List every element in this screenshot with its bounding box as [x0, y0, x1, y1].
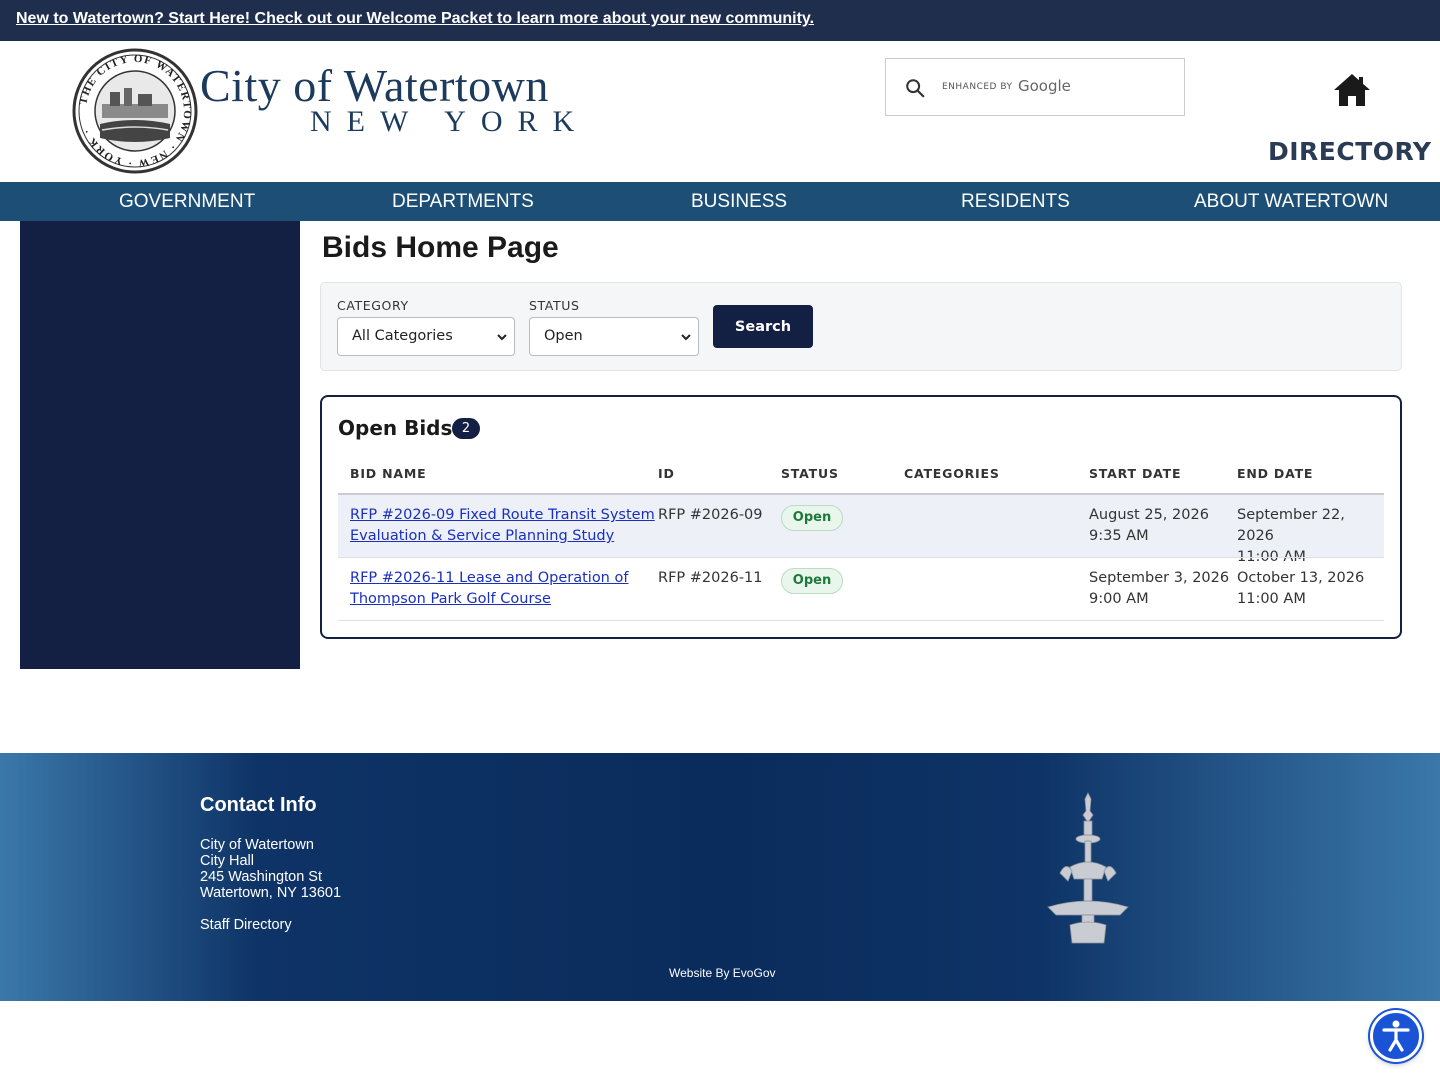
category-label: CATEGORY: [337, 298, 409, 313]
start-time: 9:35 AM: [1089, 528, 1149, 544]
site-subtitle: NEW YORK: [310, 105, 590, 138]
chevron-down-icon: [497, 334, 507, 341]
bid-name-link[interactable]: RFP #2026-11 Lease and Operation of Thom…: [350, 568, 628, 610]
city-seal-logo[interactable]: THE CITY OF WATERTOWN · NEW · YORK ·: [72, 48, 198, 174]
chevron-down-icon: [681, 334, 691, 341]
nav-item-residents[interactable]: RESIDENTS: [961, 191, 1070, 213]
column-header-id[interactable]: ID: [658, 466, 675, 481]
status-badge: Open: [781, 568, 843, 594]
column-header-start-date[interactable]: START DATE: [1089, 466, 1181, 481]
status-badge: Open: [781, 505, 843, 531]
start-date: August 25, 2026: [1089, 507, 1209, 523]
staff-directory-link[interactable]: Staff Directory: [200, 917, 292, 933]
row-divider: [338, 620, 1384, 621]
bid-start-date: August 25, 2026 9:35 AM: [1089, 505, 1209, 547]
site-header: THE CITY OF WATERTOWN · NEW · YORK · Cit…: [0, 41, 1440, 182]
bid-name-line: Evaluation & Service Planning Study: [350, 528, 615, 544]
column-header-categories[interactable]: CATEGORIES: [904, 466, 1000, 481]
end-date: October 13, 2026: [1237, 570, 1365, 586]
column-header-status[interactable]: STATUS: [781, 466, 839, 481]
contact-line: Watertown, NY 13601: [200, 885, 342, 901]
bid-name-line: RFP #2026-11 Lease and Operation of: [350, 570, 629, 586]
end-date: September 22, 2026: [1237, 507, 1345, 544]
bid-id: RFP #2026-09: [658, 507, 763, 523]
bid-filter-panel: CATEGORY All Categories STATUS Open Sear…: [320, 282, 1402, 371]
fountain-image: [1047, 792, 1129, 944]
website-credit[interactable]: Website By EvoGov: [669, 966, 776, 980]
search-button[interactable]: Search: [713, 305, 813, 348]
announcement-bar: New to Watertown? Start Here! Check out …: [0, 0, 1440, 41]
bid-start-date: September 3, 2026 9:00 AM: [1089, 568, 1229, 610]
contact-info-title: Contact Info: [200, 794, 317, 816]
end-time: 11:00 AM: [1237, 591, 1306, 607]
accessibility-icon: [1382, 1020, 1410, 1052]
bid-end-date: October 13, 2026 11:00 AM: [1237, 568, 1364, 610]
nav-item-departments[interactable]: DEPARTMENTS: [392, 191, 534, 213]
bid-count-badge: 2: [452, 418, 480, 439]
sidebar: [20, 221, 300, 669]
page-title: Bids Home Page: [322, 231, 559, 264]
start-time: 9:00 AM: [1089, 591, 1149, 607]
category-select[interactable]: All Categories: [337, 317, 515, 356]
site-search[interactable]: ENHANCED BY Google: [885, 58, 1185, 116]
contact-line: City Hall: [200, 853, 254, 869]
accessibility-button[interactable]: [1370, 1010, 1422, 1062]
nav-item-government[interactable]: GOVERNMENT: [119, 191, 255, 213]
category-select-value: All Categories: [352, 328, 453, 344]
open-bids-title: Open Bids: [338, 416, 453, 440]
table-row: RFP #2026-09 Fixed Route Transit System …: [338, 495, 1384, 565]
contact-line: City of Watertown: [200, 837, 314, 853]
contact-line: 245 Washington St: [200, 869, 322, 885]
status-label: STATUS: [529, 298, 580, 313]
nav-item-about-watertown[interactable]: ABOUT WATERTOWN: [1194, 191, 1388, 213]
bid-name-link[interactable]: RFP #2026-09 Fixed Route Transit System …: [350, 505, 655, 547]
table-row: RFP #2026-11 Lease and Operation of Thom…: [338, 558, 1384, 621]
bid-name-line: Thompson Park Golf Course: [350, 591, 551, 607]
column-header-bid-name[interactable]: BID NAME: [350, 466, 426, 481]
nav-item-business[interactable]: BUSINESS: [691, 191, 787, 213]
open-bids-card: Open Bids 2 BID NAME ID STATUS CATEGORIE…: [320, 395, 1402, 639]
site-footer: Contact Info City of Watertown City Hall…: [0, 753, 1440, 1001]
home-icon[interactable]: [1333, 72, 1371, 108]
status-select-value: Open: [544, 328, 583, 344]
start-date: September 3, 2026: [1089, 570, 1230, 586]
bid-id: RFP #2026-11: [658, 570, 763, 586]
main-nav: GOVERNMENT DEPARTMENTS BUSINESS RESIDENT…: [0, 182, 1440, 221]
bid-name-line: RFP #2026-09 Fixed Route Transit System: [350, 507, 655, 523]
directory-link[interactable]: DIRECTORY: [1268, 137, 1432, 166]
welcome-packet-link[interactable]: New to Watertown? Start Here! Check out …: [16, 10, 814, 28]
status-select[interactable]: Open: [529, 317, 699, 356]
column-header-end-date[interactable]: END DATE: [1237, 466, 1313, 481]
